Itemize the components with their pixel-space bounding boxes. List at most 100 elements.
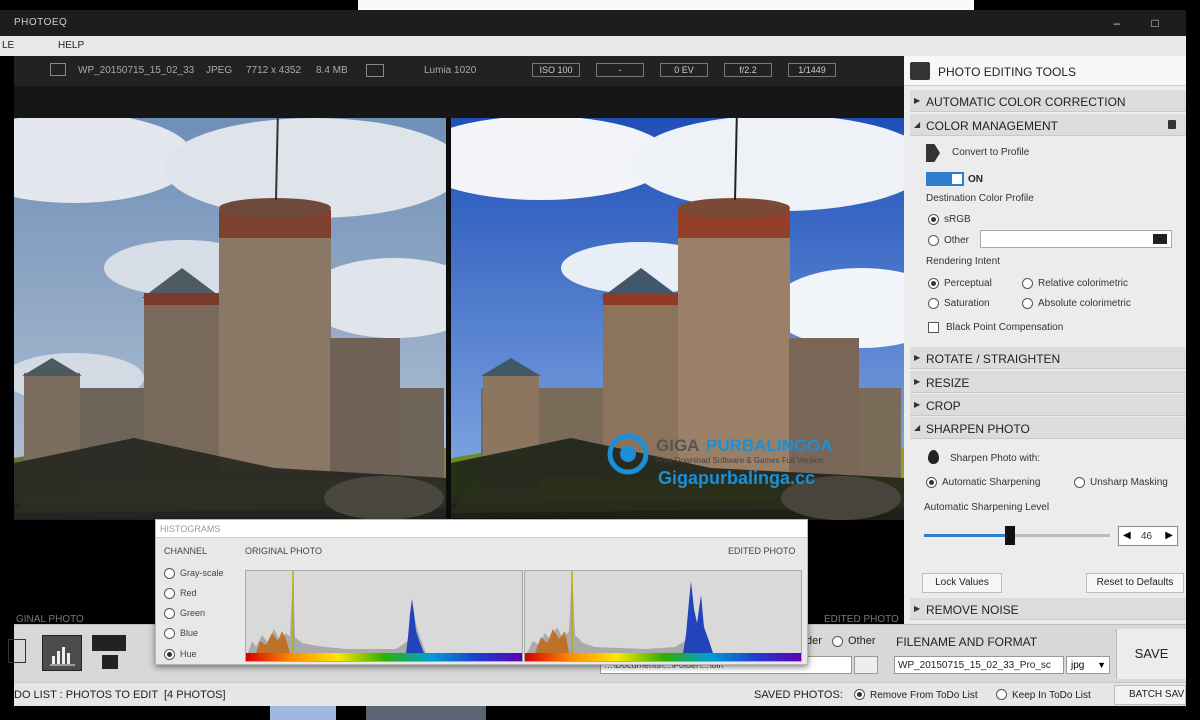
channel-red-radio[interactable] (164, 588, 175, 599)
menu-help[interactable]: HELP (58, 40, 84, 51)
section-rotate-straighten[interactable]: ▶ ROTATE / STRAIGHTEN (910, 347, 1186, 369)
histograms-titlebar: HISTOGRAMS (156, 520, 807, 538)
channel-red-label: Red (180, 588, 197, 598)
sharpening-slider-track[interactable] (924, 526, 1110, 545)
black-point-checkbox[interactable] (928, 322, 939, 333)
section-crop[interactable]: ▶ CROP (910, 394, 1186, 416)
srgb-label: sRGB (944, 214, 971, 225)
histogram-icon (50, 647, 75, 666)
info-iso: ISO 100 (532, 63, 580, 77)
menu-bar: LE HELP (0, 36, 1186, 56)
section-remove-noise[interactable]: ▶ REMOVE NOISE (910, 598, 1186, 620)
lock-icon[interactable] (1168, 120, 1176, 129)
original-histogram-plot (248, 571, 426, 653)
watermark-tagline: Free Download Software & Games Full Vers… (656, 456, 824, 465)
section-title: SHARPEN PHOTO (926, 422, 1030, 436)
folder-icon[interactable] (1153, 234, 1167, 244)
format-select[interactable]: jpg ▼ (1066, 656, 1110, 674)
histogram-edited-label: EDITED PHOTO (728, 546, 796, 556)
srgb-radio[interactable] (928, 214, 939, 225)
automatic-sharpening-radio[interactable] (926, 477, 937, 488)
info-aperture: f/2.2 (724, 63, 772, 77)
section-color-management[interactable]: ◢ COLOR MANAGEMENT (910, 114, 1186, 136)
channel-grayscale-radio[interactable] (164, 568, 175, 579)
thumbnail-1[interactable] (270, 706, 336, 720)
saved-photos-label: SAVED PHOTOS: (754, 689, 843, 701)
channel-blue-label: Blue (180, 628, 199, 638)
drop-icon (928, 450, 939, 464)
caret-right-icon: ▶ (914, 604, 921, 613)
section-resize[interactable]: ▶ RESIZE (910, 371, 1186, 393)
output-other-label: Other (848, 635, 876, 647)
black-point-label: Black Point Compensation (946, 322, 1064, 333)
other-profile-field[interactable] (980, 230, 1172, 248)
original-photo[interactable] (14, 118, 446, 520)
sharpening-level-value: 46 (1141, 531, 1153, 542)
perceptual-radio[interactable] (928, 278, 939, 289)
increase-arrow-icon[interactable]: ▶ (1165, 530, 1173, 541)
output-other-radio[interactable] (832, 636, 843, 647)
format-value: jpg (1071, 660, 1085, 671)
info-dimensions: 7712 x 4352 (246, 65, 302, 76)
section-automatic-color-correction[interactable]: ▶ AUTOMATIC COLOR CORRECTION (910, 90, 1186, 112)
keep-in-todo-radio[interactable] (996, 689, 1007, 700)
histograms-title: HISTOGRAMS (160, 524, 221, 534)
channel-green-radio[interactable] (164, 608, 175, 619)
todo-count: [4 PHOTOS] (164, 689, 226, 701)
photoeq-window: PHOTOEQ – □ LE HELP WP_20150715_15_02_33… (0, 0, 1200, 720)
section-title: CROP (926, 399, 961, 413)
watermark-globe-icon (607, 433, 649, 475)
window-title: PHOTOEQ (14, 17, 68, 28)
sharpening-slider-thumb[interactable] (1005, 526, 1015, 545)
caret-right-icon: ▶ (914, 353, 921, 362)
channel-blue-radio[interactable] (164, 628, 175, 639)
save-button[interactable]: SAVE (1116, 629, 1186, 679)
maximize-button[interactable]: □ (1146, 14, 1164, 32)
automatic-sharpening-label: Automatic Sharpening (942, 477, 1041, 488)
info-size: 8.4 MB (316, 65, 348, 76)
panel-header: PHOTO EDITING TOOLS (904, 56, 1186, 86)
decrease-arrow-icon[interactable]: ◀ (1123, 530, 1131, 541)
menu-file[interactable]: LE (2, 40, 14, 51)
relative-colorimetric-radio[interactable] (1022, 278, 1033, 289)
sharpen-with-label: Sharpen Photo with: (950, 453, 1041, 464)
histograms-panel: HISTOGRAMS CHANNEL ORIGINAL PHOTO EDITED… (155, 519, 808, 665)
minimize-button[interactable]: – (1108, 14, 1126, 32)
channel-hue-radio[interactable] (164, 649, 175, 660)
other-profile-radio[interactable] (928, 235, 939, 246)
convert-toggle[interactable] (926, 172, 964, 186)
batch-save-button[interactable]: BATCH SAVE (1114, 685, 1186, 705)
browse-folder-icon[interactable] (854, 656, 878, 674)
section-sharpen-photo[interactable]: ◢ SHARPEN PHOTO (910, 417, 1186, 439)
channel-hue-label: Hue (180, 649, 197, 659)
camera-icon (366, 64, 384, 77)
sliders-icon (910, 62, 930, 80)
info-format: JPEG (206, 65, 233, 76)
saturation-radio[interactable] (928, 298, 939, 309)
reset-defaults-button[interactable]: Reset to Defaults (1086, 573, 1184, 593)
split-view-icon[interactable] (92, 635, 126, 651)
single-view-icon[interactable] (8, 639, 26, 663)
absolute-colorimetric-radio[interactable] (1022, 298, 1033, 309)
sharpening-level-stepper[interactable]: ◀ 46 ▶ (1118, 526, 1178, 546)
filename-format-label: FILENAME AND FORMAT (896, 635, 1038, 649)
section-title: AUTOMATIC COLOR CORRECTION (926, 95, 1126, 109)
thumbnail-2[interactable] (366, 706, 486, 720)
image-file-icon (50, 63, 66, 76)
watermark-brand-b: PURBALINGGA (706, 436, 833, 455)
unsharp-masking-radio[interactable] (1074, 477, 1085, 488)
image-view-icon[interactable] (102, 655, 118, 669)
chevron-down-icon: ▼ (1097, 660, 1106, 670)
sharpening-level-label: Automatic Sharpening Level (924, 502, 1050, 513)
absolute-colorimetric-label: Absolute colorimetric (1038, 298, 1131, 309)
info-shutter: 1/1449 (788, 63, 836, 77)
panel-title: PHOTO EDITING TOOLS (938, 65, 1077, 79)
histogram-original-label: ORIGINAL PHOTO (245, 546, 323, 556)
remove-from-todo-radio[interactable] (854, 689, 865, 700)
histogram-view-button[interactable] (42, 635, 82, 671)
lock-values-button[interactable]: Lock Values (922, 573, 1002, 593)
caret-down-icon: ◢ (914, 423, 921, 432)
filename-field[interactable]: WP_20150715_15_02_33_Pro_sc (894, 656, 1064, 674)
todo-bar: DO LIST : PHOTOS TO EDIT [4 PHOTOS] SAVE… (14, 682, 1186, 706)
watermark-brand-a: GIGA (656, 436, 700, 455)
